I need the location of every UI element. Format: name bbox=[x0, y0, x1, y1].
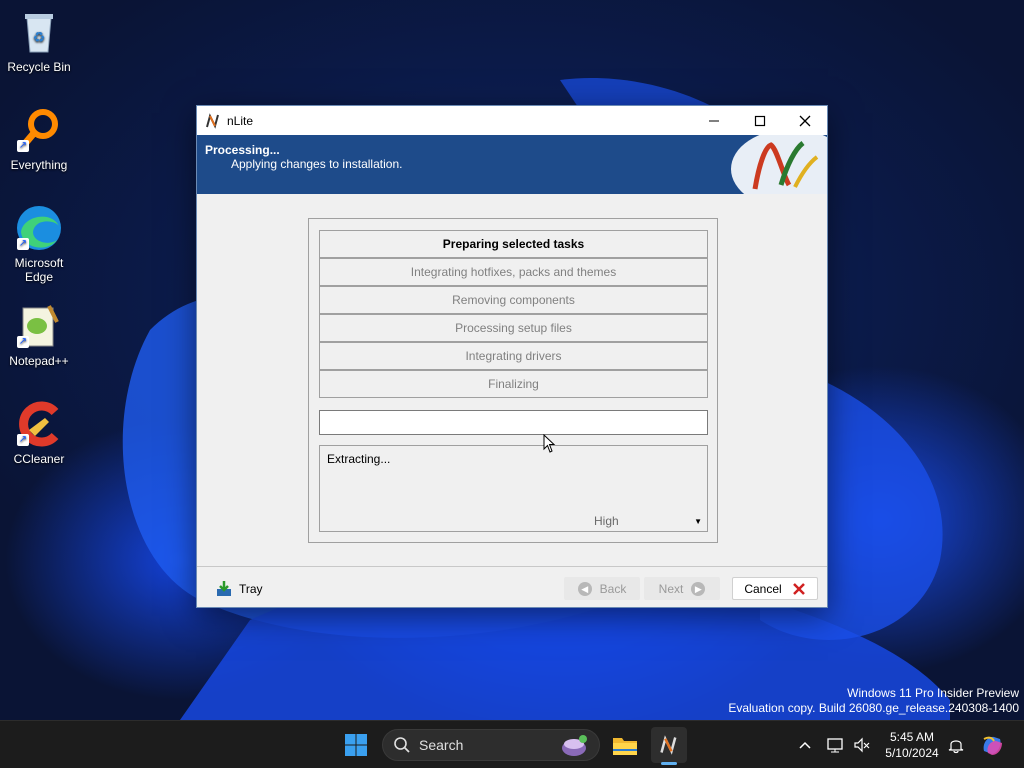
taskbar-nlite[interactable] bbox=[651, 727, 687, 765]
log-area: Extracting... High ▼ bbox=[319, 445, 708, 532]
task-label: Removing components bbox=[452, 293, 575, 307]
progress-bar bbox=[319, 410, 708, 435]
show-hidden-icons-chevron-icon[interactable] bbox=[795, 735, 815, 755]
watermark-line2: Evaluation copy. Build 26080.ge_release.… bbox=[728, 701, 1019, 715]
maximize-icon bbox=[754, 115, 766, 126]
copilot-icon[interactable] bbox=[980, 733, 1004, 757]
search-icon bbox=[394, 737, 410, 753]
task-panel: Preparing selected tasks Integrating hot… bbox=[308, 218, 718, 543]
desktop-icon-label: Microsoft Edge bbox=[14, 256, 64, 284]
network-display-icon[interactable] bbox=[826, 735, 846, 755]
nlite-window: nLite Processing... Applying changes to … bbox=[196, 105, 828, 608]
cancel-x-icon bbox=[792, 582, 805, 595]
tray-button[interactable]: Tray bbox=[215, 577, 285, 600]
priority-selected: High bbox=[594, 514, 619, 528]
task-item: Preparing selected tasks bbox=[319, 230, 708, 258]
shortcut-arrow-icon: ↗ bbox=[17, 238, 29, 250]
ccleaner-icon: ↗ bbox=[15, 400, 63, 448]
task-item: Removing components bbox=[319, 286, 708, 314]
recycle-bin-icon: ♻ bbox=[15, 8, 63, 56]
close-icon bbox=[799, 115, 811, 126]
nlite-logo-icon bbox=[731, 135, 827, 194]
next-arrow-icon: ▶ bbox=[691, 581, 706, 596]
task-label: Processing setup files bbox=[455, 321, 572, 335]
priority-dropdown[interactable]: High ▼ bbox=[590, 512, 706, 530]
maximize-button[interactable] bbox=[737, 106, 783, 135]
nlite-app-icon bbox=[206, 112, 219, 129]
volume-muted-icon[interactable] bbox=[852, 735, 872, 755]
next-label: Next bbox=[658, 581, 684, 596]
back-label: Back bbox=[599, 581, 627, 596]
active-app-indicator bbox=[661, 762, 677, 765]
log-text: Extracting... bbox=[327, 452, 391, 466]
window-title: nLite bbox=[227, 113, 254, 128]
close-button[interactable] bbox=[782, 106, 828, 135]
back-arrow-icon: ◀ bbox=[577, 581, 592, 596]
clock-time: 5:45 AM bbox=[889, 730, 935, 744]
shortcut-arrow-icon: ↗ bbox=[17, 434, 29, 446]
task-item: Processing setup files bbox=[319, 314, 708, 342]
next-button[interactable]: Next ▶ bbox=[644, 577, 720, 600]
windows-watermark: Windows 11 Pro Insider Preview Evaluatio… bbox=[728, 686, 1019, 716]
cancel-button[interactable]: Cancel bbox=[732, 577, 818, 600]
task-item: Finalizing bbox=[319, 370, 708, 398]
back-button[interactable]: ◀ Back bbox=[564, 577, 640, 600]
desktop-icon-label: Recycle Bin bbox=[7, 60, 71, 74]
taskbar: Search 5:45 AM 5/10/2024 bbox=[0, 720, 1024, 768]
cancel-label: Cancel bbox=[744, 581, 782, 596]
footer-bar: Tray ◀ Back Next ▶ Cancel bbox=[197, 567, 827, 607]
desktop-icon-label: Notepad++ bbox=[9, 354, 69, 368]
tray-download-icon bbox=[217, 580, 231, 596]
desktop-icon-ccleaner[interactable]: ↗ CCleaner bbox=[1, 400, 77, 466]
task-label: Finalizing bbox=[488, 377, 539, 391]
notepadpp-icon: ↗ bbox=[15, 302, 63, 350]
shortcut-arrow-icon: ↗ bbox=[17, 140, 29, 152]
header-banner: Processing... Applying changes to instal… bbox=[197, 135, 827, 194]
banner-heading: Processing... bbox=[205, 143, 280, 157]
everything-search-icon: ↗ bbox=[15, 106, 63, 154]
task-label: Integrating hotfixes, packs and themes bbox=[410, 265, 617, 279]
chevron-down-icon: ▼ bbox=[694, 516, 702, 526]
desktop-icon-label: Everything bbox=[10, 158, 68, 172]
banner-subheading: Applying changes to installation. bbox=[231, 157, 403, 171]
taskbar-file-explorer[interactable] bbox=[607, 727, 643, 763]
shortcut-arrow-icon: ↗ bbox=[17, 336, 29, 348]
start-button[interactable] bbox=[338, 727, 374, 763]
task-item: Integrating hotfixes, packs and themes bbox=[319, 258, 708, 286]
clock-date: 5/10/2024 bbox=[885, 746, 939, 760]
nlite-taskbar-icon bbox=[660, 735, 677, 755]
desktop-icon-everything[interactable]: ↗ Everything bbox=[1, 106, 77, 172]
desktop-icon-edge[interactable]: ↗ Microsoft Edge bbox=[1, 204, 77, 284]
tray-label: Tray bbox=[239, 581, 263, 596]
windows-logo-icon bbox=[345, 734, 367, 756]
folder-icon bbox=[613, 738, 637, 755]
minimize-button[interactable] bbox=[691, 106, 737, 135]
main-content: Preparing selected tasks Integrating hot… bbox=[197, 194, 827, 566]
edge-icon: ↗ bbox=[15, 204, 63, 252]
title-bar[interactable]: nLite bbox=[197, 106, 827, 135]
search-placeholder: Search bbox=[419, 737, 464, 753]
svg-text:♻: ♻ bbox=[33, 30, 46, 46]
desktop-icon-recycle-bin[interactable]: ♻ Recycle Bin bbox=[1, 8, 77, 74]
desktop-icon-label: CCleaner bbox=[13, 452, 65, 466]
task-label: Integrating drivers bbox=[465, 349, 562, 363]
system-clock[interactable]: 5:45 AM 5/10/2024 bbox=[880, 729, 944, 761]
notification-bell-icon[interactable] bbox=[946, 735, 966, 755]
minimize-icon bbox=[709, 120, 719, 121]
taskbar-search-box[interactable]: Search bbox=[382, 729, 600, 761]
search-highlight-icon bbox=[562, 735, 587, 756]
task-item: Integrating drivers bbox=[319, 342, 708, 370]
watermark-line1: Windows 11 Pro Insider Preview bbox=[847, 686, 1019, 700]
mouse-cursor-icon bbox=[543, 434, 556, 453]
desktop-icon-notepadpp[interactable]: ↗ Notepad++ bbox=[1, 302, 77, 368]
task-label: Preparing selected tasks bbox=[442, 237, 585, 251]
